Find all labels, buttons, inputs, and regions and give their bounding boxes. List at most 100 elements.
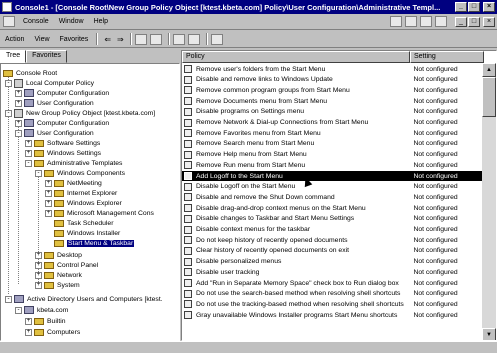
expand-toggle[interactable]: + xyxy=(35,271,42,279)
tree-item-mmc[interactable]: + Microsoft Management Cons xyxy=(45,208,154,218)
menu-window[interactable]: Window xyxy=(59,18,84,25)
expand-toggle[interactable]: + xyxy=(35,281,42,289)
tree-item-start-menu[interactable]: Start Menu & Taskbar xyxy=(45,238,135,248)
back-arrow-icon[interactable]: ⇐ xyxy=(104,35,111,44)
policy-row[interactable]: Remove Search menu from Start Menu Not co… xyxy=(182,139,482,149)
collapse-toggle[interactable]: - xyxy=(15,306,22,314)
policy-row[interactable]: Clear history of recently opened documen… xyxy=(182,246,482,256)
expand-toggle[interactable]: + xyxy=(35,251,42,259)
menu-favorites[interactable]: Favorites xyxy=(60,36,89,43)
details-pane[interactable]: Policy Setting Remove user's folders fro… xyxy=(181,50,497,341)
collapse-toggle[interactable]: - xyxy=(5,109,12,117)
tree-item-control-panel[interactable]: + Control Panel xyxy=(35,260,98,270)
policy-row[interactable]: Add Logoff to the Start Menu Not configur… xyxy=(182,171,482,181)
tree-item-ad-users[interactable]: - Active Directory Users and Computers [k… xyxy=(5,294,163,304)
tree-item-gpo[interactable]: - New Group Policy Object [ktest.kbeta.co… xyxy=(5,108,155,118)
policy-row[interactable]: Remove Help menu from Start Menu Not conf… xyxy=(182,150,482,160)
show-hide-tree-icon[interactable] xyxy=(149,33,162,45)
tree-item-windows-components[interactable]: - Windows Components xyxy=(35,168,125,178)
tree-item-console-root[interactable]: Console Root xyxy=(3,68,57,78)
expand-toggle[interactable]: + xyxy=(15,119,22,127)
properties-icon[interactable] xyxy=(172,33,185,45)
new-window-icon[interactable] xyxy=(435,16,447,27)
expand-toggle[interactable]: + xyxy=(15,89,22,97)
policy-row[interactable]: Disable personalized menus Not configured xyxy=(182,257,482,267)
policy-row[interactable]: Do not use the search-based method when … xyxy=(182,289,482,299)
minimize-button[interactable]: _ xyxy=(455,2,467,12)
tree-item-installer[interactable]: Windows Installer xyxy=(45,228,120,238)
help-icon[interactable] xyxy=(210,33,223,45)
policy-row[interactable]: Remove Documents menu from Start Menu Not… xyxy=(182,96,482,106)
save-icon[interactable] xyxy=(420,16,432,27)
policy-row[interactable]: Remove Run menu from Start Menu Not confi… xyxy=(182,160,482,170)
policy-row[interactable]: Do not keep history of recently opened d… xyxy=(182,235,482,245)
policy-row[interactable]: Do not use the tracking-based method whe… xyxy=(182,299,482,309)
policy-row[interactable]: Disable programs on Settings menu Not con… xyxy=(182,107,482,117)
child-minimize-button[interactable]: _ xyxy=(455,16,467,27)
expand-toggle[interactable]: + xyxy=(45,199,52,207)
tree-item-task-scheduler[interactable]: Task Scheduler xyxy=(45,218,113,228)
expand-toggle[interactable]: + xyxy=(35,261,42,269)
policy-row[interactable]: Add "Run in Separate Memory Space" check… xyxy=(182,278,482,288)
scroll-thumb[interactable] xyxy=(482,77,496,117)
tree-item-gpo-user[interactable]: - User Configuration xyxy=(15,128,94,138)
maximize-button[interactable]: □ xyxy=(468,2,480,12)
tree-item-system[interactable]: + System xyxy=(35,280,80,290)
scroll-down-button[interactable]: ▼ xyxy=(482,328,496,340)
policy-row[interactable]: Disable Logoff on the Start Menu Not conf… xyxy=(182,182,482,192)
policy-row[interactable]: Disable and remove the Shut Down command… xyxy=(182,192,482,202)
column-header-policy[interactable]: Policy xyxy=(182,51,410,63)
policy-row[interactable]: Gray unavailable Windows Installer progr… xyxy=(182,310,482,320)
expand-toggle[interactable]: + xyxy=(15,99,22,107)
policy-row[interactable]: Remove Network & Dial-up Connections fro… xyxy=(182,118,482,128)
scroll-up-button[interactable]: ▲ xyxy=(482,63,496,77)
tab-favorites[interactable]: Favorites xyxy=(26,50,67,63)
expand-toggle[interactable]: + xyxy=(25,149,32,157)
menu-action[interactable]: Action xyxy=(5,36,24,43)
tree-item-windows-settings[interactable]: + Windows Settings xyxy=(25,148,101,158)
expand-toggle[interactable]: + xyxy=(45,209,52,217)
expand-toggle[interactable]: + xyxy=(45,189,52,197)
tab-tree[interactable]: Tree xyxy=(0,50,27,63)
policy-row[interactable]: Disable user tracking Not configured xyxy=(182,267,482,277)
tree-item-desktop[interactable]: + Desktop xyxy=(35,250,82,260)
tree-item-software[interactable]: + Software Settings xyxy=(25,138,100,148)
menu-help[interactable]: Help xyxy=(94,18,108,25)
open-icon[interactable] xyxy=(405,16,417,27)
policy-row[interactable]: Remove user's folders from the Start Men… xyxy=(182,64,482,74)
collapse-toggle[interactable]: - xyxy=(5,295,12,303)
policy-row[interactable]: Remove common program groups from Start … xyxy=(182,85,482,95)
console-tree[interactable]: Console Root - Local Computer Policy + Com… xyxy=(0,63,180,341)
tree-item-admin-templates[interactable]: - Administrative Templates xyxy=(25,158,122,168)
forward-arrow-icon[interactable]: ⇒ xyxy=(117,35,124,44)
export-list-icon[interactable] xyxy=(187,33,200,45)
menu-console[interactable]: Console xyxy=(23,18,49,25)
tree-item-gpo-computer[interactable]: + Computer Configuration xyxy=(15,118,109,128)
policy-row[interactable]: Disable context menus for the taskbar Not… xyxy=(182,225,482,235)
tree-item-kbeta[interactable]: - kbeta.com xyxy=(15,305,68,315)
close-button[interactable]: × xyxy=(483,2,495,12)
tree-item-network[interactable]: + Network xyxy=(35,270,82,280)
tree-item-lp-user[interactable]: + User Configuration xyxy=(15,98,94,108)
collapse-toggle[interactable]: - xyxy=(15,129,22,137)
tree-item-ie[interactable]: + Internet Explorer xyxy=(45,188,117,198)
collapse-toggle[interactable]: - xyxy=(5,79,12,87)
menu-view[interactable]: View xyxy=(34,36,49,43)
policy-row[interactable]: Remove Favorites menu from Start Menu Not… xyxy=(182,128,482,138)
child-restore-button[interactable]: □ xyxy=(468,16,480,27)
tree-item-lp-computer[interactable]: + Computer Configuration xyxy=(15,88,109,98)
expand-toggle[interactable]: + xyxy=(25,139,32,147)
new-icon[interactable] xyxy=(390,16,402,27)
expand-toggle[interactable]: + xyxy=(25,317,32,325)
child-close-button[interactable]: × xyxy=(483,16,495,27)
policy-row[interactable]: Disable changes to Taskbar and Start Men… xyxy=(182,214,482,224)
collapse-toggle[interactable]: - xyxy=(25,159,32,167)
tree-item-netmeeting[interactable]: + NetMeeting xyxy=(45,178,102,188)
column-header-setting[interactable]: Setting xyxy=(410,51,484,63)
vertical-scrollbar[interactable]: ▲ ▼ xyxy=(482,63,496,340)
expand-toggle[interactable]: + xyxy=(45,179,52,187)
up-one-level-icon[interactable] xyxy=(134,33,147,45)
policy-row[interactable]: Disable and remove links to Windows Upda… xyxy=(182,75,482,85)
tree-item-builtin[interactable]: + Builtin xyxy=(25,316,66,326)
tree-item-local-policy[interactable]: - Local Computer Policy xyxy=(5,78,94,88)
